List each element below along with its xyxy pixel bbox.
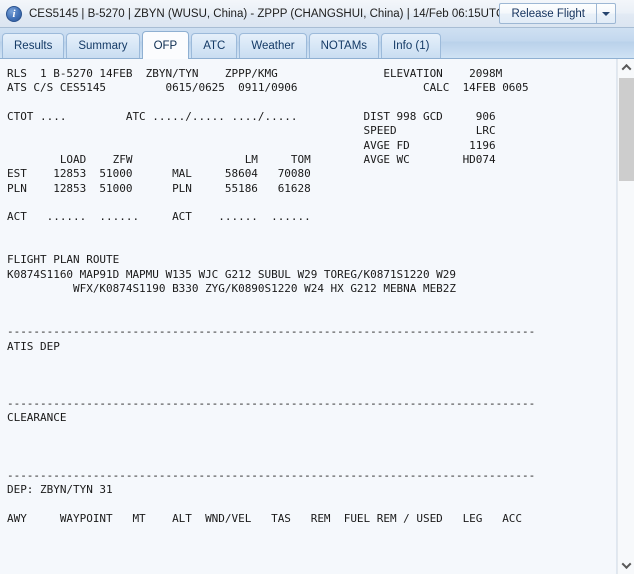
flight-title-bar: i CES5145 | B-5270 | ZBYN (WUSU, China) … xyxy=(0,0,634,28)
tab-results[interactable]: Results xyxy=(2,33,65,58)
chevron-up-icon xyxy=(621,63,632,74)
info-icon: i xyxy=(6,5,22,22)
chevron-down-icon xyxy=(621,559,632,570)
release-flight-dropdown-button[interactable] xyxy=(596,3,616,24)
chevron-down-icon xyxy=(602,11,610,16)
tab-notams[interactable]: NOTAMs xyxy=(308,33,380,58)
tab-info[interactable]: Info (1) xyxy=(381,33,442,58)
ofp-document: RLS 1 B-5270 14FEB ZBYN/TYN ZPPP/KMG ELE… xyxy=(0,59,617,574)
scroll-up-button[interactable] xyxy=(618,59,634,76)
scroll-down-button[interactable] xyxy=(618,557,634,574)
tab-bar: Results Summary OFP ATC Weather NOTAMs I… xyxy=(0,28,634,59)
tab-summary[interactable]: Summary xyxy=(66,33,140,58)
release-flight-button[interactable]: Release Flight xyxy=(499,3,596,24)
flight-summary-title: CES5145 | B-5270 | ZBYN (WUSU, China) - … xyxy=(29,7,500,20)
scrollbar-thumb[interactable] xyxy=(619,78,634,181)
ofp-plain-text: RLS 1 B-5270 14FEB ZBYN/TYN ZPPP/KMG ELE… xyxy=(7,67,536,525)
tab-weather[interactable]: Weather xyxy=(239,33,307,58)
ofp-content-panel: RLS 1 B-5270 14FEB ZBYN/TYN ZPPP/KMG ELE… xyxy=(0,59,634,574)
tab-atc[interactable]: ATC xyxy=(191,33,238,58)
release-flight-control: Release Flight xyxy=(499,3,616,24)
vertical-scrollbar[interactable] xyxy=(617,59,634,574)
tab-ofp[interactable]: OFP xyxy=(141,31,190,59)
